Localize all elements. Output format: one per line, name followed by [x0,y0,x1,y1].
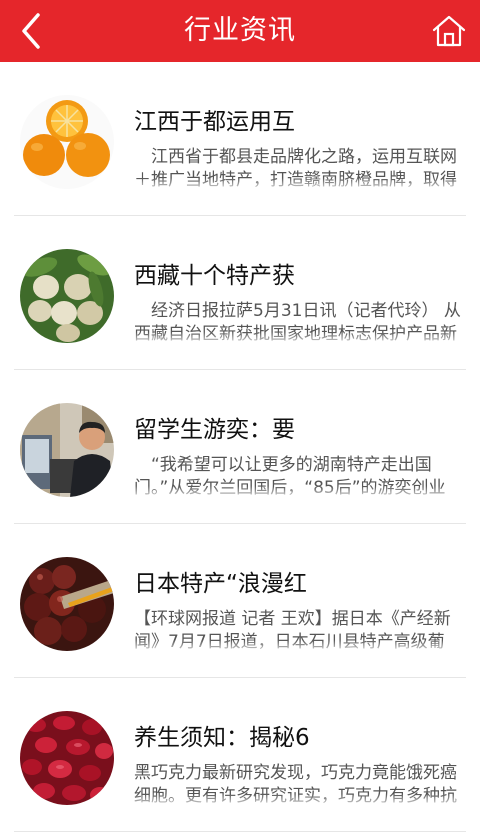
news-item-title: 江西于都运用互 [134,109,295,135]
news-item-1[interactable]: 西藏十个特产获 经济日报拉萨5月31日讯（记者代玲） 从西藏自治区新获批国家地理… [14,216,466,370]
walnuts-thumbnail [20,249,114,343]
news-item-summary: 江西省于都县走品牌化之路，运用互联网＋推广当地特产，打造赣南脐橙品牌，取得 [134,146,461,192]
back-button[interactable] [6,6,56,56]
news-item-0[interactable]: 江西于都运用互 江西省于都县走品牌化之路，运用互联网＋推广当地特产，打造赣南脐橙… [14,62,466,216]
home-icon [432,15,466,47]
grapes-thumbnail [20,557,114,651]
app-header: 行业资讯 [0,0,480,62]
news-item-3[interactable]: 日本特产“浪漫红 【环球网报道 记者 王欢】据日本《产经新闻》7月7日报道，日本… [14,524,466,678]
news-item-summary: 黑巧克力最新研究发现，巧克力竟能饿死癌细胞。更有许多研究证实，巧克力有多种抗 [134,762,461,808]
news-item-title: 西藏十个特产获 [134,263,295,289]
news-item-title: 日本特产“浪漫红 [134,571,307,597]
news-item-summary: 【环球网报道 记者 王欢】据日本《产经新闻》7月7日报道，日本石川县特产高级葡 [134,608,461,654]
page-title: 行业资讯 [184,15,296,46]
news-item-summary: 经济日报拉萨5月31日讯（记者代玲） 从西藏自治区新获批国家地理标志保护产品新 [134,301,461,346]
news-item-summary: “我希望可以让更多的湖南特产走出国门。”从爱尔兰回国后，“85后”的游奕创业开 [134,454,461,500]
person-at-computer-thumbnail [20,403,114,497]
chevron-left-icon [22,13,40,49]
news-item-2[interactable]: 留学生游奕：要 “我希望可以让更多的湖南特产走出国门。”从爱尔兰回国后，“85后… [14,370,466,524]
home-button[interactable] [424,6,474,56]
news-item-title: 养生须知：揭秘6 [134,725,310,751]
news-item-4[interactable]: 养生须知：揭秘6 黑巧克力最新研究发现，巧克力竟能饿死癌细胞。更有许多研究证实，… [14,678,466,832]
news-list: 江西于都运用互 江西省于都县走品牌化之路，运用互联网＋推广当地特产，打造赣南脐橙… [0,62,480,832]
cranberries-thumbnail [20,711,114,805]
oranges-thumbnail [20,95,114,189]
news-item-title: 留学生游奕：要 [134,417,295,443]
